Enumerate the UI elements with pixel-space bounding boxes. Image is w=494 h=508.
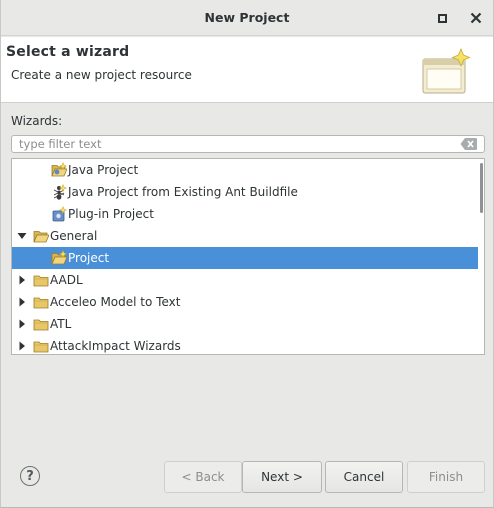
- back-button[interactable]: < Back: [164, 461, 242, 493]
- collapsed-arrow-icon[interactable]: [17, 297, 27, 307]
- tree-item[interactable]: Java Project: [12, 159, 478, 181]
- filter-input[interactable]: [19, 136, 459, 152]
- wizards-label: Wizards:: [11, 114, 63, 128]
- filter-field[interactable]: [11, 135, 485, 153]
- java-project-icon: [51, 161, 68, 178]
- tree-item[interactable]: Acceleo Model to Text: [12, 291, 478, 313]
- tree-item[interactable]: Java Project from Existing Ant Buildfile: [12, 181, 478, 203]
- tree-item[interactable]: AADL: [12, 269, 478, 291]
- page-title: Select a wizard: [6, 44, 130, 60]
- folder-icon: [33, 316, 49, 332]
- tree-item[interactable]: Plug-in Project: [12, 203, 478, 225]
- page-description: Create a new project resource: [11, 68, 192, 82]
- maximize-button[interactable]: [434, 10, 450, 26]
- title-bar[interactable]: New Project: [1, 0, 493, 36]
- maximize-icon: [437, 13, 447, 23]
- tree-item[interactable]: AttackImpact Wizards: [12, 335, 478, 354]
- close-icon: [470, 12, 482, 24]
- dialog-window: New Project Select a wizard Create a new…: [0, 0, 494, 508]
- tree-scrollbar[interactable]: [480, 163, 483, 213]
- collapsed-arrow-icon[interactable]: [17, 341, 27, 351]
- expanded-arrow-icon[interactable]: [17, 231, 27, 241]
- ant-icon: [51, 183, 68, 200]
- help-button[interactable]: ?: [20, 466, 40, 486]
- tree-item-label: General: [50, 229, 98, 243]
- tree-item-label: Plug-in Project: [68, 207, 154, 221]
- clear-icon: [460, 138, 477, 150]
- tree-item[interactable]: General: [12, 225, 478, 247]
- tree-item-label: Project: [68, 251, 110, 265]
- new-wizard-icon: [422, 47, 471, 94]
- wizard-tree[interactable]: Java Project Java Project from Existing A…: [11, 158, 485, 355]
- collapsed-arrow-icon[interactable]: [17, 319, 27, 329]
- tree-item[interactable]: ATL: [12, 313, 478, 335]
- folder-icon: [33, 338, 49, 354]
- tree-item-label: ATL: [50, 317, 72, 331]
- tree-item-label: Acceleo Model to Text: [50, 295, 181, 309]
- next-button[interactable]: Next >: [242, 461, 322, 493]
- tree-item-label: Java Project: [68, 163, 139, 177]
- folder-icon: [33, 272, 49, 288]
- tree-item-label: AADL: [50, 273, 83, 287]
- folder-open-icon: [33, 228, 50, 244]
- cancel-button[interactable]: Cancel: [325, 461, 403, 493]
- wizard-header: Select a wizard Create a new project res…: [1, 37, 493, 103]
- window-title: New Project: [204, 10, 290, 25]
- folder-icon: [33, 294, 49, 310]
- close-button[interactable]: [468, 10, 484, 26]
- plugin-icon: [51, 205, 68, 222]
- project-icon: [51, 249, 68, 266]
- tree-item[interactable]: Project: [12, 247, 478, 269]
- collapsed-arrow-icon[interactable]: [17, 275, 27, 285]
- clear-filter-button[interactable]: [460, 137, 478, 154]
- tree-item-label: Java Project from Existing Ant Buildfile: [68, 185, 298, 199]
- tree-item-label: AttackImpact Wizards: [50, 339, 181, 353]
- finish-button[interactable]: Finish: [407, 461, 485, 493]
